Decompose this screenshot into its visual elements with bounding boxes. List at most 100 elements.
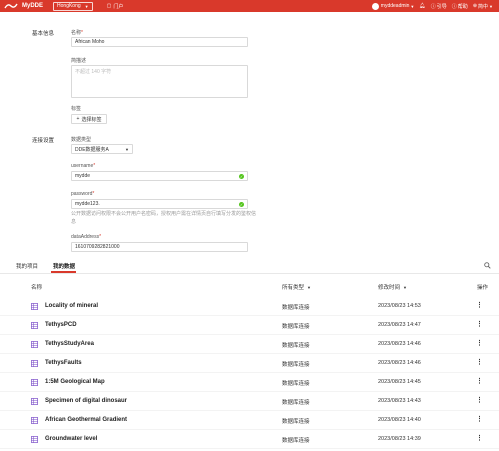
row-modified-time: 2023/08/23 14:40 <box>378 417 421 423</box>
row-name[interactable]: TethysStudyArea <box>45 341 94 347</box>
chevron-down-icon: ▼ <box>410 3 415 9</box>
mydde-logo[interactable] <box>0 0 22 12</box>
select-tags-label: 选择标签 <box>81 116 102 123</box>
table-row[interactable]: TethysStudyArea 数据库连接 2023/08/23 14:46 ⋮ <box>0 335 499 354</box>
name-input[interactable]: African Moho <box>71 37 248 47</box>
column-name-header: 名称 <box>31 285 43 291</box>
guide-label: 引导 <box>436 3 447 10</box>
help-button[interactable]: ⓘ 帮助 <box>452 3 468 10</box>
chevron-down-icon: ▼ <box>125 146 129 152</box>
row-name[interactable]: Locality of mineral <box>45 303 98 309</box>
user-menu[interactable]: myddeadmin ▼ <box>371 2 415 10</box>
data-form: 基本信息 名称* African Moho 简描述 不超过 140 字符 标签 … <box>0 12 499 256</box>
row-modified-time: 2023/08/23 14:46 <box>378 341 421 347</box>
row-name[interactable]: 1:5M Geological Map <box>45 379 105 385</box>
check-circle-icon: ✓ <box>239 202 244 207</box>
table-row[interactable]: 1:5M Geological Map 数据库连接 2023/08/23 14:… <box>0 373 499 392</box>
language-select[interactable]: ⊕ 简中 ▼ <box>473 3 493 10</box>
tags-label: 标签 <box>71 106 82 112</box>
column-time-sort[interactable]: 修改时间 ▼ <box>378 283 407 292</box>
table-row[interactable]: TethysFaults 数据库连接 2023/08/23 14:46 ⋮ <box>0 354 499 373</box>
plus-icon: + <box>76 116 80 122</box>
auth-hint-text: 公开数据访问权限不会公开用户名密码，授权用户需在详情页自行填写分发的鉴权信息 <box>71 211 257 225</box>
region-value: HongKong <box>57 3 81 9</box>
username-label: myddeadmin <box>380 3 410 9</box>
row-type: 数据库连接 <box>282 419 310 425</box>
more-actions-icon[interactable]: ⋮ <box>476 396 483 406</box>
notification-button[interactable]: 🔔︎ <box>419 3 425 9</box>
portal-label: 门户 <box>113 3 124 10</box>
avatar <box>371 2 379 10</box>
table-row[interactable]: African Geothermal Gradient 数据库连接 2023/0… <box>0 411 499 430</box>
guide-button[interactable]: ⓘ 引导 <box>431 3 447 10</box>
table-row[interactable]: Locality of mineral 数据库连接 2023/08/23 14:… <box>0 297 499 316</box>
dataset-icon <box>31 360 38 367</box>
dataset-icon <box>31 341 38 348</box>
more-actions-icon[interactable]: ⋮ <box>476 301 483 311</box>
column-type-filter[interactable]: 所有类型 ▼ <box>282 283 311 292</box>
row-modified-time: 2023/08/23 14:47 <box>378 322 421 328</box>
connection-section-title: 连接设置 <box>32 138 55 144</box>
row-name[interactable]: Specimen of digital dinosaur <box>45 398 127 404</box>
table-row[interactable]: Groundwater level 数据库连接 2023/08/23 14:39… <box>0 430 499 449</box>
top-nav-bar: MyDDE HongKong ▼ ▢ 门户 myddeadmin ▼ 🔔︎ ⓘ … <box>0 0 499 12</box>
description-textarea[interactable]: 不超过 140 字符 <box>71 65 248 98</box>
dataset-icon <box>31 303 38 310</box>
data-type-value: DDE数据服务A <box>75 146 109 153</box>
username-input-value: mydde <box>75 173 91 179</box>
name-label: 名称* <box>71 30 83 36</box>
row-modified-time: 2023/08/23 14:43 <box>378 398 421 404</box>
description-placeholder: 不超过 140 字符 <box>75 69 112 75</box>
row-name[interactable]: Groundwater level <box>45 436 97 442</box>
name-input-value: African Moho <box>75 39 105 45</box>
row-name[interactable]: TethysFaults <box>45 360 82 366</box>
portal-icon: ▢ <box>106 3 112 9</box>
help-icon: ⓘ <box>451 3 457 10</box>
row-type: 数据库连接 <box>282 343 310 349</box>
search-icon[interactable] <box>484 262 491 269</box>
password-input-value: mydde123. <box>75 201 100 207</box>
basic-info-section-title: 基本信息 <box>32 31 55 37</box>
active-tab-indicator <box>51 271 76 273</box>
row-type: 数据库连接 <box>282 400 310 406</box>
dataset-icon <box>31 379 38 386</box>
column-actions-header: 操作 <box>477 285 489 291</box>
data-address-label: dataAddress* <box>71 234 102 240</box>
region-select[interactable]: HongKong ▼ <box>53 1 93 11</box>
row-modified-time: 2023/08/23 14:39 <box>378 436 421 442</box>
row-type: 数据库连接 <box>282 305 310 311</box>
check-circle-icon: ✓ <box>239 174 244 179</box>
column-type-label: 所有类型 <box>282 285 305 291</box>
row-modified-time: 2023/08/23 14:45 <box>378 379 421 385</box>
password-input[interactable]: mydde123. ✓ <box>71 199 248 209</box>
tab-my-data[interactable]: 我的数据 <box>53 262 75 270</box>
portal-link[interactable]: ▢ 门户 <box>107 3 124 10</box>
username-field-label: username* <box>71 163 96 169</box>
tab-my-projects[interactable]: 我的项目 <box>16 262 38 270</box>
more-actions-icon[interactable]: ⋮ <box>476 339 483 349</box>
row-type: 数据库连接 <box>282 438 310 444</box>
select-tags-button[interactable]: + 选择标签 <box>71 114 107 124</box>
data-table-header: 名称 所有类型 ▼ 修改时间 ▼ 操作 <box>0 281 499 293</box>
more-actions-icon[interactable]: ⋮ <box>476 415 483 425</box>
dataset-icon <box>31 398 38 405</box>
brand-name[interactable]: MyDDE <box>22 3 43 9</box>
row-name[interactable]: TethysPCD <box>45 322 77 328</box>
bell-icon: 🔔︎ <box>419 3 426 9</box>
more-actions-icon[interactable]: ⋮ <box>476 358 483 368</box>
more-actions-icon[interactable]: ⋮ <box>476 434 483 444</box>
help-label: 帮助 <box>457 3 468 10</box>
guide-icon: ⓘ <box>430 3 436 10</box>
row-modified-time: 2023/08/23 14:53 <box>378 303 421 309</box>
more-actions-icon[interactable]: ⋮ <box>476 377 483 387</box>
username-input[interactable]: mydde ✓ <box>71 171 248 181</box>
table-row[interactable]: Specimen of digital dinosaur 数据库连接 2023/… <box>0 392 499 411</box>
chevron-down-icon: ▼ <box>84 3 89 9</box>
data-address-input[interactable]: 1610709282821000 <box>71 242 248 252</box>
table-row[interactable]: TethysPCD 数据库连接 2023/08/23 14:47 ⋮ <box>0 316 499 335</box>
row-name[interactable]: African Geothermal Gradient <box>45 417 127 423</box>
data-type-select[interactable]: DDE数据服务A ▼ <box>71 144 133 154</box>
more-actions-icon[interactable]: ⋮ <box>476 320 483 330</box>
column-time-label: 修改时间 <box>378 285 401 291</box>
sort-down-icon: ▼ <box>403 284 407 290</box>
